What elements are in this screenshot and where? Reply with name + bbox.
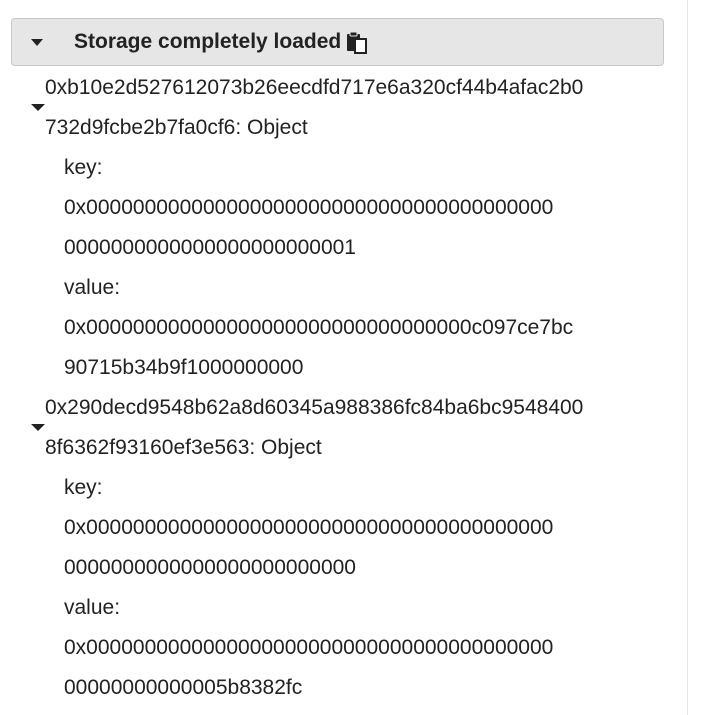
value-label: value: <box>64 596 121 619</box>
storage-panel-title: Storage completely loaded <box>74 30 342 53</box>
value-value: 0x00000000000000000000000000000000000000… <box>64 636 554 659</box>
key-value: 0x00000000000000000000000000000000000000… <box>64 516 554 539</box>
storage-slot-hash[interactable]: 0xb10e2d527612073b26eecdfd717e6a320cf44b… <box>45 68 583 108</box>
copy-clipboard-icon[interactable] <box>346 30 368 54</box>
entry-toggle-icon[interactable] <box>31 424 45 431</box>
key-label: key: <box>64 476 103 499</box>
caret-down-icon[interactable] <box>31 38 43 46</box>
storage-slot-hash-continued[interactable]: 8f6362f93160ef3e563: Object <box>45 428 322 468</box>
storage-slot-hash-continued[interactable]: 732d9fcbe2b7fa0cf6: Object <box>45 108 308 148</box>
key-value: 0x00000000000000000000000000000000000000… <box>64 196 554 219</box>
key-value-continued: 0000000000000000000000001 <box>64 236 356 259</box>
value-value-continued: 00000000000005b8382fc <box>64 676 303 699</box>
value-label: value: <box>64 276 121 299</box>
storage-slot-hash[interactable]: 0x290decd9548b62a8d60345a988386fc84ba6bc… <box>45 388 583 428</box>
value-value: 0x000000000000000000000000000000000c097c… <box>64 316 574 339</box>
key-label: key: <box>64 156 103 179</box>
entry-toggle-icon[interactable] <box>31 104 45 111</box>
panel-right-border <box>687 0 688 715</box>
storage-panel-header[interactable]: Storage completely loaded <box>11 18 664 66</box>
value-value-continued: 90715b34b9f1000000000 <box>64 356 304 379</box>
key-value-continued: 0000000000000000000000000 <box>64 556 356 579</box>
